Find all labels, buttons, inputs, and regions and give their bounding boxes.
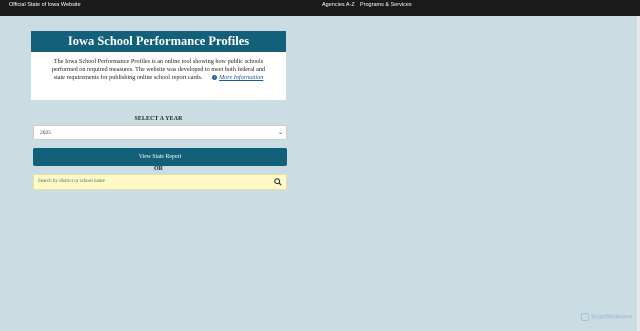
watermark-text: ScanMalware	[590, 313, 632, 321]
search-placeholder: Search by district or school name	[38, 179, 105, 184]
year-selected-value: 2025	[40, 130, 51, 136]
top-bar: Official State of Iowa Website Agencies …	[0, 0, 640, 16]
intro-text-block: The Iowa School Performance Profiles is …	[31, 52, 286, 82]
shield-icon	[580, 313, 589, 321]
intro-card: Iowa School Performance Profiles The Iow…	[31, 31, 286, 100]
more-information-link[interactable]: ? More Information	[212, 74, 263, 81]
year-select[interactable]: 2025 ⌄	[33, 125, 287, 140]
select-year-label: SELECT A YEAR	[134, 116, 183, 122]
page-title: Iowa School Performance Profiles	[31, 31, 286, 52]
search-icon[interactable]	[274, 178, 282, 188]
nav-programs-link[interactable]: Programs & Services	[360, 2, 412, 8]
view-state-report-button[interactable]: View State Report	[33, 148, 287, 166]
official-site-label: Official State of Iowa Website	[9, 2, 81, 8]
chevron-down-icon: ⌄	[277, 130, 283, 136]
question-circle-icon: ?	[212, 75, 218, 81]
nav-agencies-link[interactable]: Agencies A-Z	[322, 2, 355, 8]
search-input[interactable]: Search by district or school name	[33, 174, 287, 190]
more-information-label: More Information	[219, 74, 264, 81]
watermark-logo: ScanMalware	[580, 313, 632, 321]
or-divider-label: OR	[154, 166, 163, 172]
